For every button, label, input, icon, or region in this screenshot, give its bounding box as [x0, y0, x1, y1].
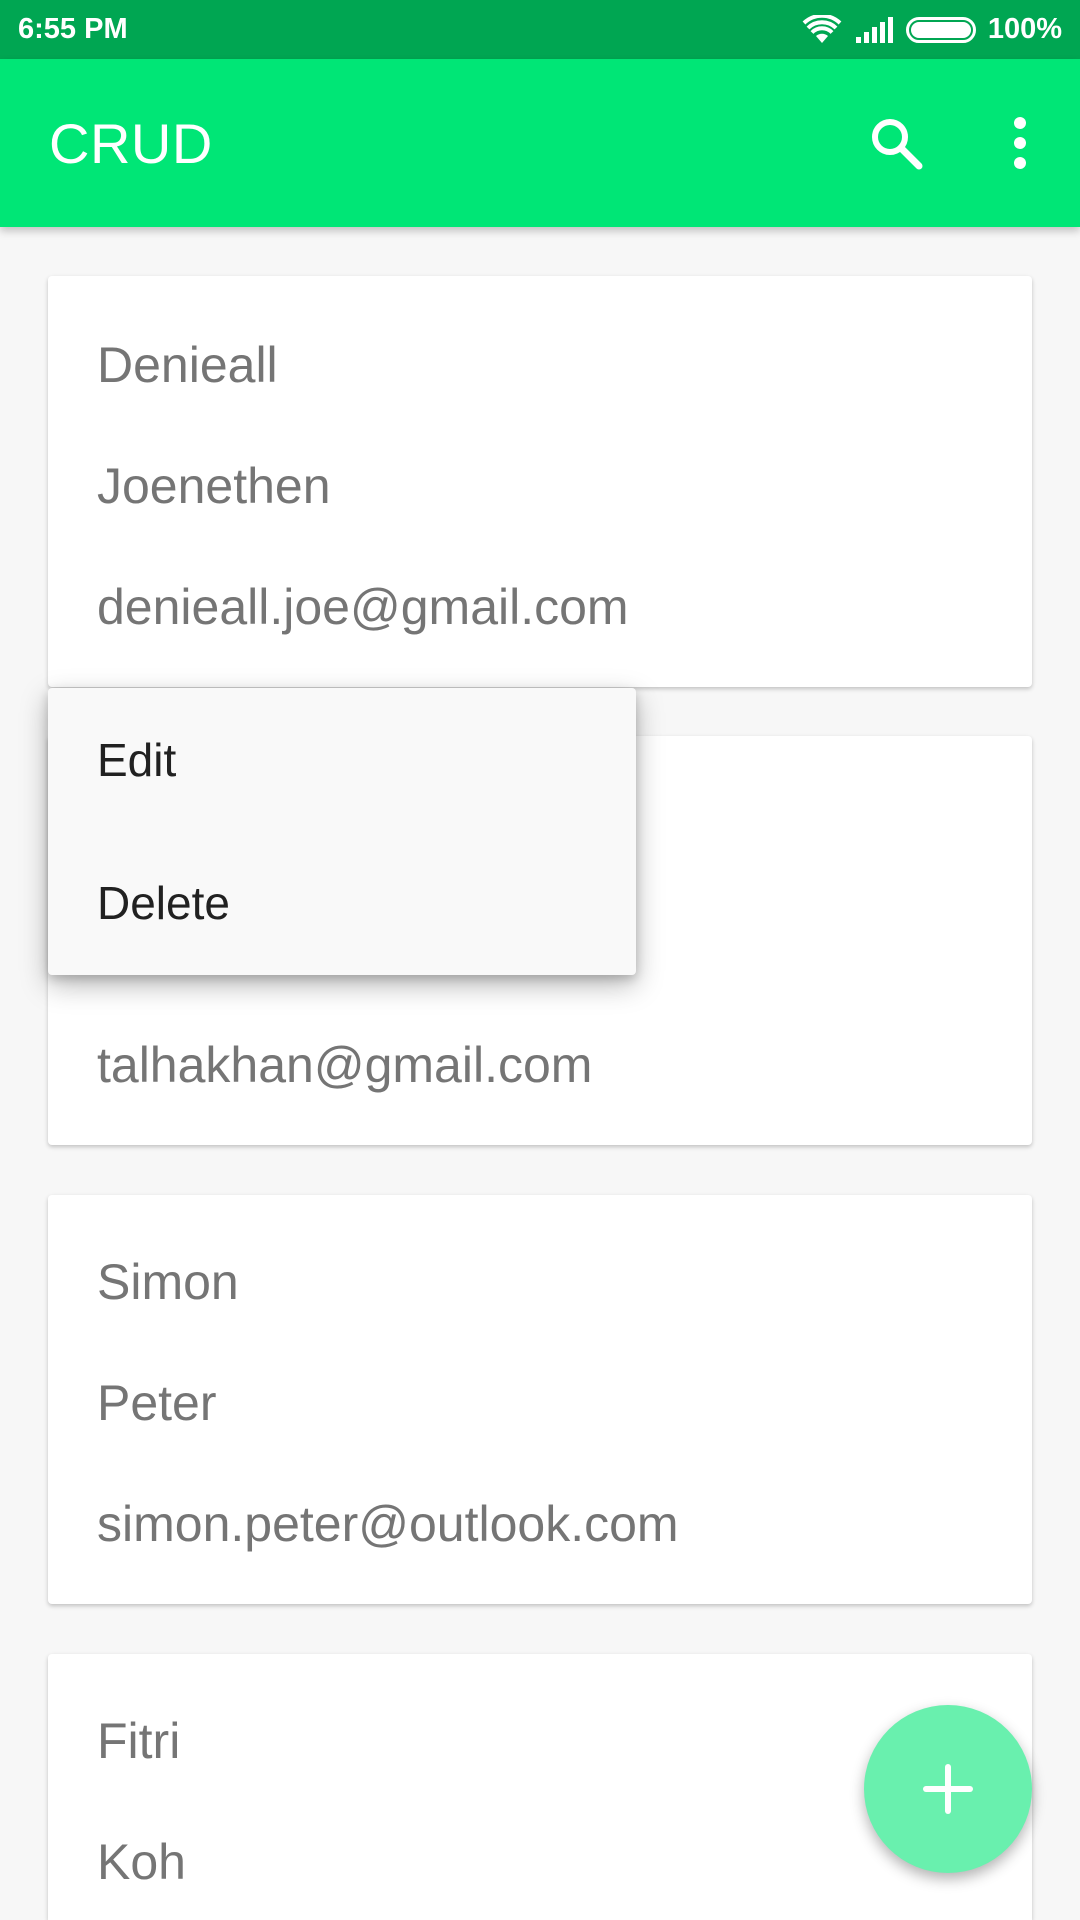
battery-icon: [905, 16, 976, 43]
contact-last-name: Koh: [97, 1834, 186, 1890]
status-time: 6:55 PM: [18, 13, 128, 45]
menu-item-edit[interactable]: Edit: [48, 688, 636, 831]
contact-email: talhakhan@gmail.com: [97, 1037, 593, 1093]
more-options-button[interactable]: [984, 107, 1056, 179]
contact-card[interactable]: Simon Peter simon.peter@outlook.com: [48, 1195, 1032, 1604]
contact-last-name: Peter: [97, 1375, 217, 1431]
menu-item-label: Edit: [97, 733, 177, 786]
add-contact-button[interactable]: [864, 1705, 1032, 1873]
battery-level: [910, 21, 971, 38]
contact-first-name: Fitri: [97, 1713, 181, 1769]
app-bar-actions: [860, 107, 1056, 179]
search-icon: [872, 119, 923, 170]
search-button[interactable]: [860, 107, 932, 179]
signal-icon: [855, 16, 893, 43]
contact-first-name: Simon: [97, 1254, 239, 1310]
battery-percent: 100%: [987, 13, 1062, 45]
contact-card[interactable]: Denieall Joenethen denieall.joe@gmail.co…: [48, 276, 1032, 687]
more-vert-icon: [1014, 117, 1026, 169]
contact-email: simon.peter@outlook.com: [97, 1496, 679, 1552]
app-title: CRUD: [49, 111, 213, 175]
contact-email: denieall.joe@gmail.com: [97, 579, 629, 635]
context-menu: Edit Delete: [48, 688, 636, 975]
status-bar: 6:55 PM 100%: [0, 0, 1080, 59]
contact-first-name: Denieall: [97, 337, 278, 393]
add-icon: [923, 1764, 973, 1814]
status-icons: 100%: [802, 13, 1062, 46]
app-bar: CRUD: [0, 59, 1080, 227]
contact-last-name: Joenethen: [97, 458, 331, 514]
menu-item-delete[interactable]: Delete: [48, 831, 636, 974]
menu-item-label: Delete: [97, 876, 230, 929]
wifi-icon: [802, 14, 842, 43]
